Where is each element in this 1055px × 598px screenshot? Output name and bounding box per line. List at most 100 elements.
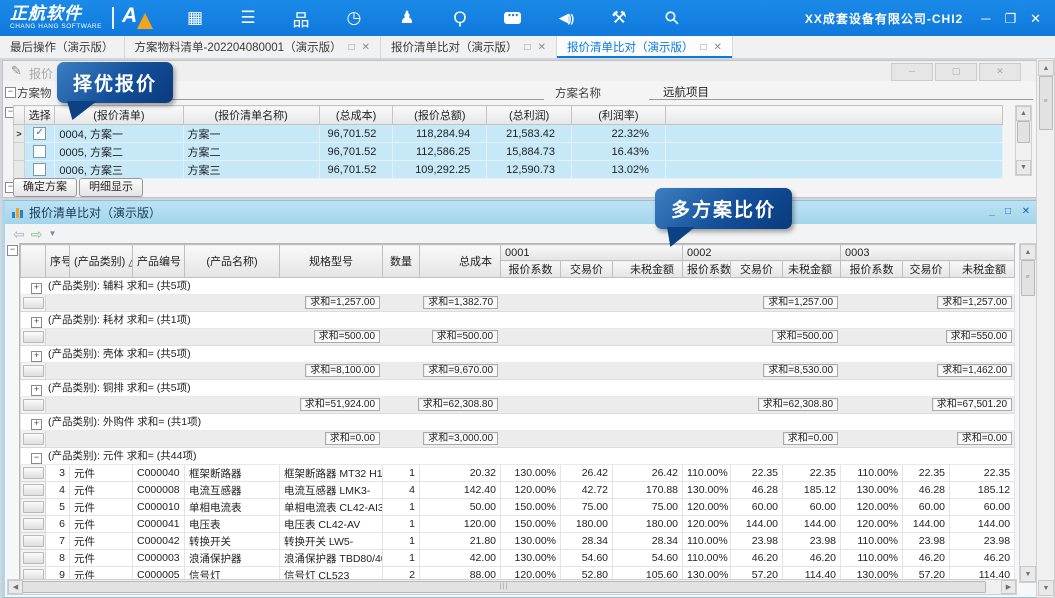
detail-row[interactable]: 3元件C000040框架断路器框架断路器 MT32 H1 4P F120.321… [21,465,1015,482]
column-header[interactable]: 未税金额 [613,261,683,278]
row-selector[interactable] [23,518,44,530]
quote-row[interactable]: > ✓ 0004, 方案一 方案一 96,701.52 118,284.94 2… [14,125,1003,143]
close-icon[interactable]: ✕ [1030,12,1041,25]
column-header[interactable]: 交易价 [903,261,950,278]
category-group-row[interactable]: +(产品类别): 耗材 求和= (共1项) [21,312,1015,329]
quote-group-header[interactable]: 0001 [501,245,683,261]
panel-maximize-icon[interactable]: □ [1001,205,1015,219]
back-icon[interactable]: ⇦ [13,227,25,241]
expand-icon[interactable]: + [31,283,42,294]
tab-2[interactable]: 报价清单比对（演示版）□✕ [381,36,557,58]
column-header[interactable]: (总利润) [487,106,572,125]
forward-icon[interactable]: ⇨ [31,227,43,241]
plan-name-underline[interactable] [649,99,1033,100]
detail-row[interactable]: 7元件C000042转换开关转换开关 LW5-121.80130.00%28.3… [21,533,1015,550]
minimize-icon[interactable]: ─ [981,12,990,25]
row-selector[interactable] [23,535,44,547]
row-selector[interactable] [23,331,44,343]
column-header[interactable]: 未税金额 [783,261,841,278]
column-header[interactable]: 报价系数 [683,261,731,278]
category-group-row[interactable]: +(产品类别): 外购件 求和= (共1项) [21,414,1015,431]
sound-icon[interactable]: ◀)) [553,7,579,29]
tab-close-icon[interactable]: ✕ [714,42,722,53]
column-header[interactable]: 产品编号 [133,245,185,278]
bom-field-underline[interactable] [118,99,544,100]
column-header[interactable]: 交易价 [561,261,613,278]
scroll-left-icon[interactable]: ◀ [8,580,23,594]
row-selector[interactable] [23,433,44,445]
column-header[interactable]: 选择 [25,106,55,125]
scroll-up-icon[interactable]: ▲ [1016,106,1031,121]
row-selector[interactable] [23,501,44,513]
tab-restore-icon[interactable]: □ [525,42,531,53]
scroll-thumb[interactable]: ≡ [1021,260,1035,296]
column-header[interactable]: (利润率) [572,106,666,125]
detail-row[interactable]: 5元件C000010单相电流表单相电流表 CL42-AI3150.00150.0… [21,499,1015,516]
column-header[interactable]: (总成本) [319,106,393,125]
scroll-thumb[interactable]: ≡ [1039,76,1053,130]
tab-0[interactable]: 最后操作（演示版） [0,36,125,58]
category-group-row[interactable]: −(产品类别): 元件 求和= (共44项) [21,448,1015,465]
scroll-down-icon[interactable]: ▼ [1038,580,1054,596]
row-selector[interactable] [23,552,44,564]
expand-icon[interactable]: + [31,419,42,430]
row-selector[interactable] [23,399,44,411]
message-icon[interactable]: ⋯ [500,7,526,29]
quote-row[interactable]: 0006, 方案三 方案三 96,701.52 109,292.25 12,59… [14,161,1003,179]
panel-close-icon[interactable]: ✕ [979,63,1021,81]
scroll-thumb[interactable] [1017,121,1030,143]
quote-group-header[interactable]: 0003 [841,245,1015,261]
workspace-vscrollbar[interactable]: ▲ ≡ ▼ [1036,58,1055,598]
tab-restore-icon[interactable]: □ [700,42,706,53]
user-icon[interactable]: ♟ [394,7,420,29]
column-header[interactable]: 数量 [383,245,420,278]
tab-restore-icon[interactable]: □ [349,42,355,53]
detail-row[interactable]: 4元件C000008电流互感器电流互感器 LMK3-4142.40120.00%… [21,482,1015,499]
panel-close-icon[interactable]: ✕ [1019,205,1033,219]
category-group-row[interactable]: +(产品类别): 辅料 求和= (共5项) [21,278,1015,295]
scroll-up-icon[interactable]: ▲ [1038,60,1054,76]
maximize-icon[interactable]: ❐ [1004,12,1016,25]
collapse-toggle[interactable]: − [5,87,16,98]
detail-display-button[interactable]: 明细显示 [79,178,143,197]
clock-icon[interactable]: ◷ [341,7,367,29]
tab-1[interactable]: 方案物料清单-202204080001（演示版）□✕ [125,36,382,58]
tab-close-icon[interactable]: ✕ [538,42,546,53]
column-header[interactable]: 报价系数 [841,261,903,278]
detail-row[interactable]: 6元件C000041电压表电压表 CL42-AV1120.00150.00%18… [21,516,1015,533]
column-header[interactable]: (报价清单名称) [183,106,319,125]
panel-minimize-icon[interactable]: ─ [891,63,933,81]
column-header[interactable]: (产品类别) △ [70,245,133,278]
scroll-up-icon[interactable]: ▲ [1020,244,1036,260]
apps-icon[interactable]: ▦ [182,7,208,29]
column-header[interactable]: 报价系数 [501,261,561,278]
select-checkbox[interactable] [33,145,46,158]
tab-3[interactable]: 报价清单比对（演示版）□✕ [557,36,733,58]
collapse-icon[interactable]: − [31,453,42,464]
column-header[interactable]: 交易价 [731,261,783,278]
idea-icon[interactable]: Ϙ [447,7,473,29]
scroll-down-icon[interactable]: ▼ [1020,566,1036,582]
category-group-row[interactable]: +(产品类别): 铜排 求和= (共5项) [21,380,1015,397]
quote-group-header[interactable]: 0002 [683,245,841,261]
column-header[interactable]: 规格型号 [280,245,383,278]
category-group-row[interactable]: +(产品类别): 壳体 求和= (共5项) [21,346,1015,363]
row-selector[interactable] [23,484,44,496]
row-selector[interactable] [23,297,44,309]
tools-icon[interactable]: ⚒ [606,7,632,29]
column-header[interactable]: (产品名称) [185,245,280,278]
expand-icon[interactable]: + [31,385,42,396]
panel-maximize-icon[interactable]: ▢ [935,63,977,81]
tab-close-icon[interactable]: ✕ [362,42,370,53]
row-selector[interactable] [23,467,44,479]
row-selector[interactable] [23,365,44,377]
collapse-toggle[interactable]: − [7,245,18,256]
scroll-right-icon[interactable]: ▶ [1001,580,1016,594]
panel-minimize-icon[interactable]: _ [985,205,999,219]
quote-table-vscrollbar[interactable]: ▲ ▼ [1015,105,1032,176]
column-header[interactable]: 未税金额 [950,261,1015,278]
expand-icon[interactable]: + [31,351,42,362]
quote-row[interactable]: 0005, 方案二 方案二 96,701.52 112,586.25 15,88… [14,143,1003,161]
list-icon[interactable]: ☰ [235,7,261,29]
orgchart-icon[interactable]: 品 [288,7,314,29]
